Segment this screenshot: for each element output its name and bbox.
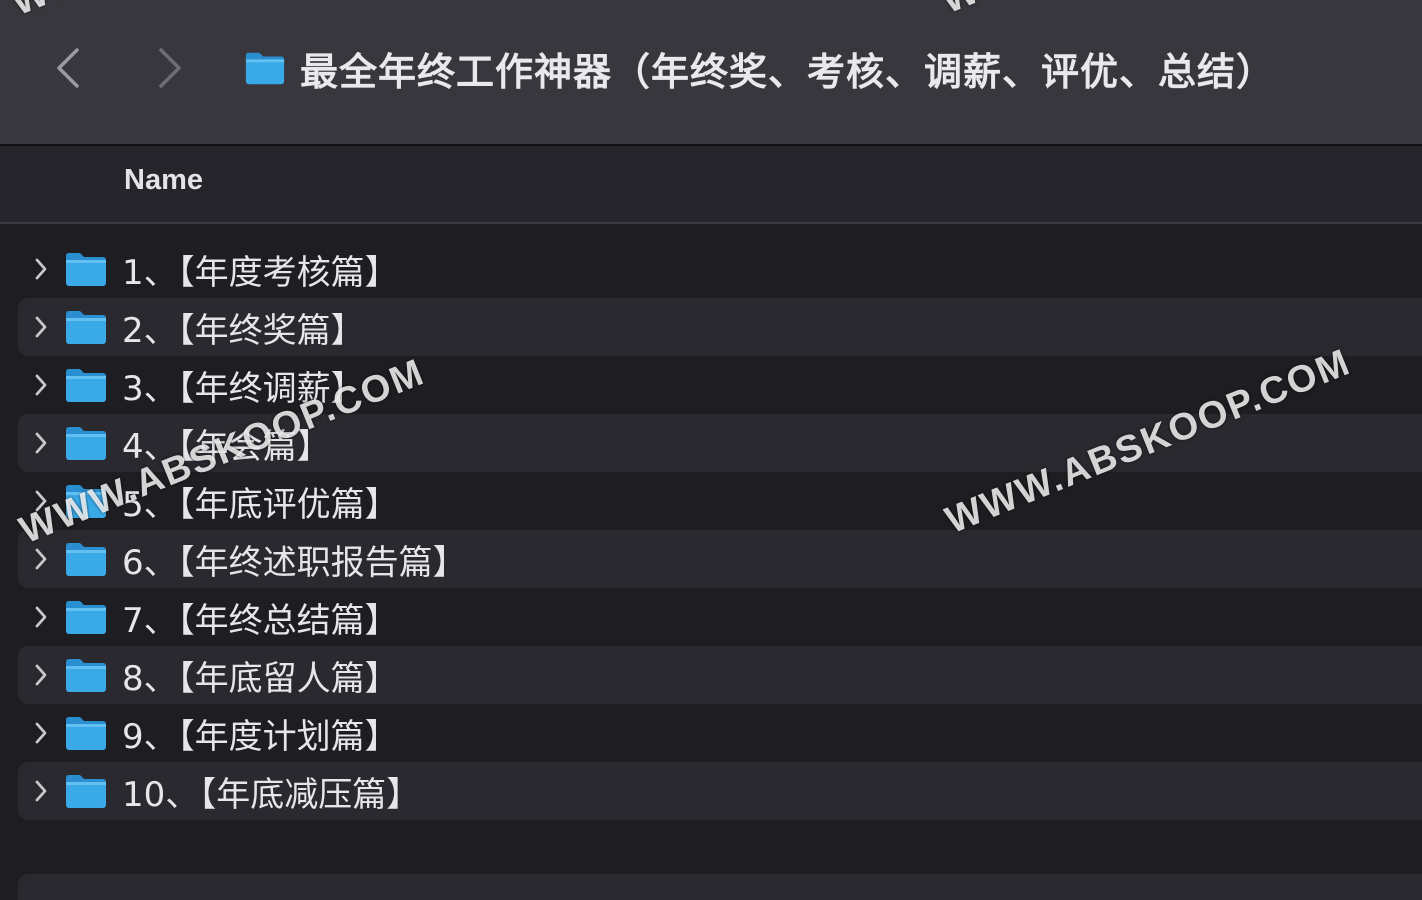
file-list: 1、【年度考核篇】 2、【年终奖篇】 3、【年终调薪】 4、【年会篇】 5、【年底评优篇…: [18, 240, 1422, 820]
item-name: 3、【年终调薪】: [122, 368, 365, 409]
folder-icon: [66, 601, 106, 634]
list-item[interactable]: 9、【年度计划篇】: [18, 704, 1422, 762]
folder-icon: [66, 543, 106, 576]
empty-row: [18, 874, 1422, 900]
column-header: Name: [0, 146, 1422, 224]
disclosure-triangle[interactable]: [18, 414, 64, 472]
item-name: 2、【年终奖篇】: [122, 310, 365, 351]
name-column-header[interactable]: Name: [124, 164, 203, 197]
item-name: 1、【年度考核篇】: [122, 252, 399, 293]
chevron-right-icon: [35, 664, 47, 686]
list-item[interactable]: 4、【年会篇】: [18, 414, 1422, 472]
item-name: 8、【年底留人篇】: [122, 658, 399, 699]
chevron-left-icon: [57, 48, 79, 88]
item-name: 7、【年终总结篇】: [122, 600, 399, 641]
finder-window: 最全年终工作神器（年终奖、考核、调薪、评优、总结） Name 1、【年度考核篇】…: [0, 0, 1422, 900]
item-name: 10、【年底减压篇】: [122, 774, 421, 815]
chevron-right-icon: [35, 780, 47, 802]
back-button[interactable]: [48, 40, 88, 96]
folder-icon: [66, 311, 106, 344]
toolbar: 最全年终工作神器（年终奖、考核、调薪、评优、总结）: [0, 0, 1422, 146]
item-name: 5、【年底评优篇】: [122, 484, 399, 525]
list-item[interactable]: 6、【年终述职报告篇】: [18, 530, 1422, 588]
disclosure-triangle[interactable]: [18, 356, 64, 414]
list-item[interactable]: 5、【年底评优篇】: [18, 472, 1422, 530]
window-title-text: 最全年终工作神器（年终奖、考核、调薪、评优、总结）: [300, 49, 1276, 94]
chevron-right-icon: [35, 432, 47, 454]
disclosure-triangle[interactable]: [18, 762, 64, 820]
item-name: 6、【年终述职报告篇】: [122, 542, 467, 583]
item-name: 4、【年会篇】: [122, 426, 331, 467]
chevron-right-icon: [35, 722, 47, 744]
disclosure-triangle[interactable]: [18, 472, 64, 530]
folder-icon: [66, 485, 106, 518]
disclosure-triangle[interactable]: [18, 530, 64, 588]
chevron-right-icon: [159, 48, 181, 88]
chevron-right-icon: [35, 606, 47, 628]
item-name: 9、【年度计划篇】: [122, 716, 399, 757]
list-item[interactable]: 7、【年终总结篇】: [18, 588, 1422, 646]
chevron-right-icon: [35, 548, 47, 570]
chevron-right-icon: [35, 316, 47, 338]
chevron-right-icon: [35, 258, 47, 280]
folder-icon: [245, 52, 285, 85]
list-item[interactable]: 8、【年底留人篇】: [18, 646, 1422, 704]
disclosure-triangle[interactable]: [18, 646, 64, 704]
disclosure-triangle[interactable]: [18, 298, 64, 356]
folder-icon: [66, 717, 106, 750]
chevron-right-icon: [35, 374, 47, 396]
list-item[interactable]: 10、【年底减压篇】: [18, 762, 1422, 820]
chevron-right-icon: [35, 490, 47, 512]
list-item[interactable]: 1、【年度考核篇】: [18, 240, 1422, 298]
folder-icon: [66, 775, 106, 808]
disclosure-triangle[interactable]: [18, 588, 64, 646]
folder-icon: [66, 253, 106, 286]
forward-button[interactable]: [150, 40, 190, 96]
folder-icon: [66, 659, 106, 692]
disclosure-triangle[interactable]: [18, 704, 64, 762]
window-title: 最全年终工作神器（年终奖、考核、调薪、评优、总结）: [244, 38, 1275, 98]
folder-icon: [66, 427, 106, 460]
list-item[interactable]: 3、【年终调薪】: [18, 356, 1422, 414]
disclosure-triangle[interactable]: [18, 240, 64, 298]
list-item[interactable]: 2、【年终奖篇】: [18, 298, 1422, 356]
folder-icon: [66, 369, 106, 402]
